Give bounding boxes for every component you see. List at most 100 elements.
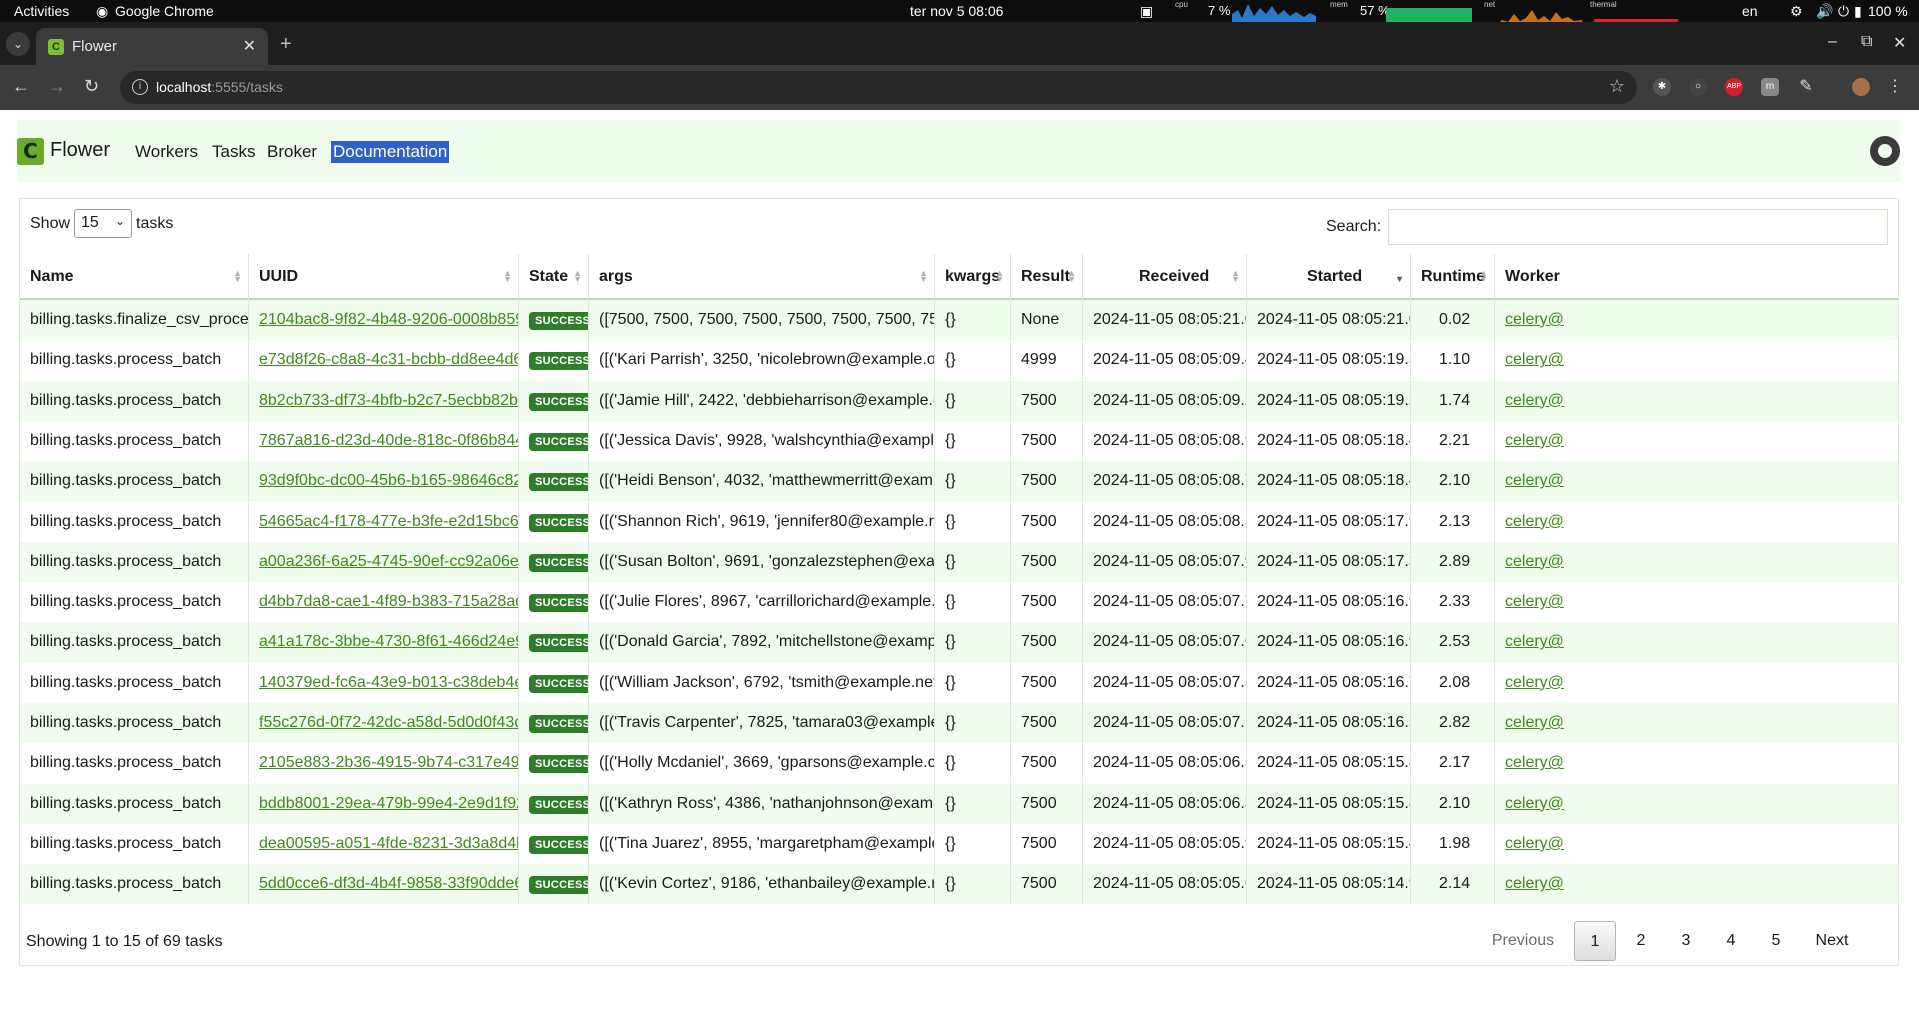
table-row[interactable]: billing.tasks.process_batch a41a178c-3bbe… — [20, 622, 1898, 663]
task-uuid-link[interactable]: e73d8f26-c8a8-4c31-bcbb-dd8ee4d6a955 — [259, 351, 518, 368]
worker-link[interactable]: celery@ — [1505, 513, 1564, 530]
worker-link[interactable]: celery@ — [1505, 714, 1564, 731]
bookmark-star-icon[interactable]: ☆ — [1609, 76, 1625, 97]
cell-worker-link[interactable]: celery@ — [1494, 340, 1898, 381]
address-bar[interactable]: i localhost:5555/tasks ☆ — [120, 71, 1637, 104]
search-input[interactable] — [1388, 209, 1888, 245]
cell-uuid-link[interactable]: 54665ac4-f178-477e-b3fe-e2d15bc68661 — [248, 501, 518, 542]
chrome-menu-icon[interactable]: ⋮ — [1886, 78, 1904, 96]
forward-icon[interactable]: → — [48, 76, 66, 97]
table-row[interactable]: billing.tasks.process_batch 5dd0cce6-df3d… — [20, 864, 1898, 905]
cell-uuid-link[interactable]: 8b2cb733-df73-4bfb-b2c7-5ecbb82b2800 — [248, 380, 518, 421]
clock[interactable]: ter nov 5 08:06 — [910, 3, 1003, 19]
task-uuid-link[interactable]: bddb8001-29ea-479b-99e4-2e9d1f926108 — [259, 795, 518, 812]
worker-link[interactable]: celery@ — [1505, 593, 1564, 610]
table-row[interactable]: billing.tasks.process_batch 54665ac4-f178… — [20, 501, 1898, 542]
task-uuid-link[interactable]: 2104bac8-9f82-4b48-9206-0008b85959a7 — [259, 311, 518, 328]
cell-worker-link[interactable]: celery@ — [1494, 703, 1898, 743]
col-header-started[interactable]: Started ▼ — [1246, 254, 1410, 300]
extension-glasses-icon[interactable]: ○ — [1689, 78, 1707, 96]
table-row[interactable]: billing.tasks.process_batch 7867a816-d23d… — [20, 420, 1898, 461]
task-uuid-link[interactable]: d4bb7da8-cae1-4f89-b383-715a28ade98e — [259, 593, 518, 610]
url-text[interactable]: localhost:5555/tasks — [156, 79, 283, 95]
cell-uuid-link[interactable]: a00a236f-6a25-4745-90ef-cc92a06ef269 — [248, 541, 518, 582]
table-row[interactable]: billing.tasks.process_batch bddb8001-29ea… — [20, 783, 1898, 824]
extension-m-icon[interactable]: m — [1761, 78, 1779, 96]
task-uuid-link[interactable]: 2105e883-2b36-4915-9b74-c317e492e303 — [259, 754, 518, 771]
nav-workers[interactable]: Workers — [135, 142, 198, 162]
table-row[interactable]: billing.tasks.process_batch 140379ed-fc6a… — [20, 662, 1898, 703]
cell-uuid-link[interactable]: a41a178c-3bbe-4730-8f61-466d24e9683c — [248, 622, 518, 663]
cell-uuid-link[interactable]: dea00595-a051-4fde-8231-3d3a8d4b7fd1 — [248, 823, 518, 864]
task-uuid-link[interactable]: 140379ed-fc6a-43e9-b013-c38deb4edf0b — [259, 674, 518, 691]
page-5-button[interactable]: 5 — [1755, 921, 1797, 961]
col-header-args[interactable]: args ▲ ▼ — [588, 254, 934, 300]
nav-documentation[interactable]: Documentation — [331, 141, 450, 163]
page-3-button[interactable]: 3 — [1665, 921, 1707, 961]
task-uuid-link[interactable]: 93d9f0bc-dc00-45b6-b165-98646c8200f0 — [259, 472, 518, 489]
cell-worker-link[interactable]: celery@ — [1494, 461, 1898, 502]
worker-link[interactable]: celery@ — [1505, 835, 1564, 852]
cell-worker-link[interactable]: celery@ — [1494, 380, 1898, 421]
cell-uuid-link[interactable]: 7867a816-d23d-40de-818c-0f86b84487a5 — [248, 420, 518, 461]
cell-worker-link[interactable]: celery@ — [1494, 743, 1898, 784]
tab-close-icon[interactable]: ✕ — [243, 36, 256, 56]
col-header-runtime[interactable]: Runtime ▲ ▼ — [1410, 254, 1494, 300]
cell-worker-link[interactable]: celery@ — [1494, 662, 1898, 703]
new-tab-icon[interactable]: + — [280, 33, 292, 56]
nav-tasks[interactable]: Tasks — [212, 142, 255, 162]
col-header-state[interactable]: State ▲ ▼ — [518, 254, 588, 300]
col-header-result[interactable]: Result ▲ ▼ — [1010, 254, 1082, 300]
col-header-worker[interactable]: Worker — [1494, 254, 1898, 300]
cell-uuid-link[interactable]: f55c276d-0f72-42dc-a58d-5d0d0f43c981 — [248, 703, 518, 743]
cell-worker-link[interactable]: celery@ — [1494, 582, 1898, 623]
cell-uuid-link[interactable]: 2105e883-2b36-4915-9b74-c317e492e303 — [248, 743, 518, 784]
cell-worker-link[interactable]: celery@ — [1494, 783, 1898, 824]
cell-worker-link[interactable]: celery@ — [1494, 823, 1898, 864]
table-row[interactable]: billing.tasks.finalize_csv_processing 210… — [20, 300, 1898, 341]
github-icon[interactable] — [1870, 136, 1900, 166]
table-row[interactable]: billing.tasks.process_batch a00a236f-6a25… — [20, 541, 1898, 583]
activities-button[interactable]: Activities — [14, 3, 69, 19]
cell-uuid-link[interactable]: 5dd0cce6-df3d-4b4f-9858-33f90dde6060 — [248, 864, 518, 905]
task-uuid-link[interactable]: f55c276d-0f72-42dc-a58d-5d0d0f43c981 — [259, 714, 518, 731]
task-uuid-link[interactable]: a00a236f-6a25-4745-90ef-cc92a06ef269 — [259, 553, 518, 570]
cell-worker-link[interactable]: celery@ — [1494, 420, 1898, 461]
table-row[interactable]: billing.tasks.process_batch f55c276d-0f72… — [20, 703, 1898, 744]
network-icon[interactable]: ⚙ — [1790, 3, 1803, 20]
worker-link[interactable]: celery@ — [1505, 795, 1564, 812]
table-row[interactable]: billing.tasks.process_batch 93d9f0bc-dc00… — [20, 461, 1898, 502]
table-row[interactable]: billing.tasks.process_batch 8b2cb733-df73… — [20, 380, 1898, 421]
reload-icon[interactable]: ↻ — [84, 76, 99, 97]
cell-uuid-link[interactable]: 93d9f0bc-dc00-45b6-b165-98646c8200f0 — [248, 461, 518, 502]
worker-link[interactable]: celery@ — [1505, 875, 1564, 892]
language-indicator[interactable]: en — [1742, 3, 1758, 19]
worker-link[interactable]: celery@ — [1505, 472, 1564, 489]
task-uuid-link[interactable]: dea00595-a051-4fde-8231-3d3a8d4b7fd1 — [259, 835, 518, 852]
cell-worker-link[interactable]: celery@ — [1494, 541, 1898, 582]
profile-avatar[interactable] — [1852, 78, 1870, 96]
col-header-uuid[interactable]: UUID ▲ ▼ — [248, 254, 518, 300]
cell-uuid-link[interactable]: e73d8f26-c8a8-4c31-bcbb-dd8ee4d6a955 — [248, 340, 518, 381]
worker-link[interactable]: celery@ — [1505, 392, 1564, 409]
col-header-name[interactable]: Name ▲ ▼ — [20, 254, 248, 300]
worker-link[interactable]: celery@ — [1505, 754, 1564, 771]
task-uuid-link[interactable]: 5dd0cce6-df3d-4b4f-9858-33f90dde6060 — [259, 875, 518, 892]
volume-icon[interactable]: 🔊 — [1816, 3, 1833, 20]
table-row[interactable]: billing.tasks.process_batch e73d8f26-c8a8… — [20, 340, 1898, 381]
battery-icon[interactable]: ▮ — [1854, 3, 1862, 20]
worker-link[interactable]: celery@ — [1505, 351, 1564, 368]
worker-link[interactable]: celery@ — [1505, 432, 1564, 449]
worker-link[interactable]: celery@ — [1505, 311, 1564, 328]
page-size-select[interactable]: 15 ⌄ — [74, 209, 132, 238]
col-header-received[interactable]: Received ▲ ▼ — [1082, 254, 1246, 300]
worker-link[interactable]: celery@ — [1505, 674, 1564, 691]
restore-icon[interactable]: ⧉ — [1861, 33, 1872, 51]
worker-link[interactable]: celery@ — [1505, 633, 1564, 650]
table-row[interactable]: billing.tasks.process_batch d4bb7da8-cae1… — [20, 582, 1898, 623]
previous-button[interactable]: Previous — [1480, 921, 1566, 961]
brand-title[interactable]: Flower — [50, 139, 110, 162]
nav-broker[interactable]: Broker — [267, 142, 317, 162]
cell-uuid-link[interactable]: 140379ed-fc6a-43e9-b013-c38deb4edf0b — [248, 662, 518, 703]
power-icon[interactable]: ⏻ — [1838, 3, 1849, 20]
